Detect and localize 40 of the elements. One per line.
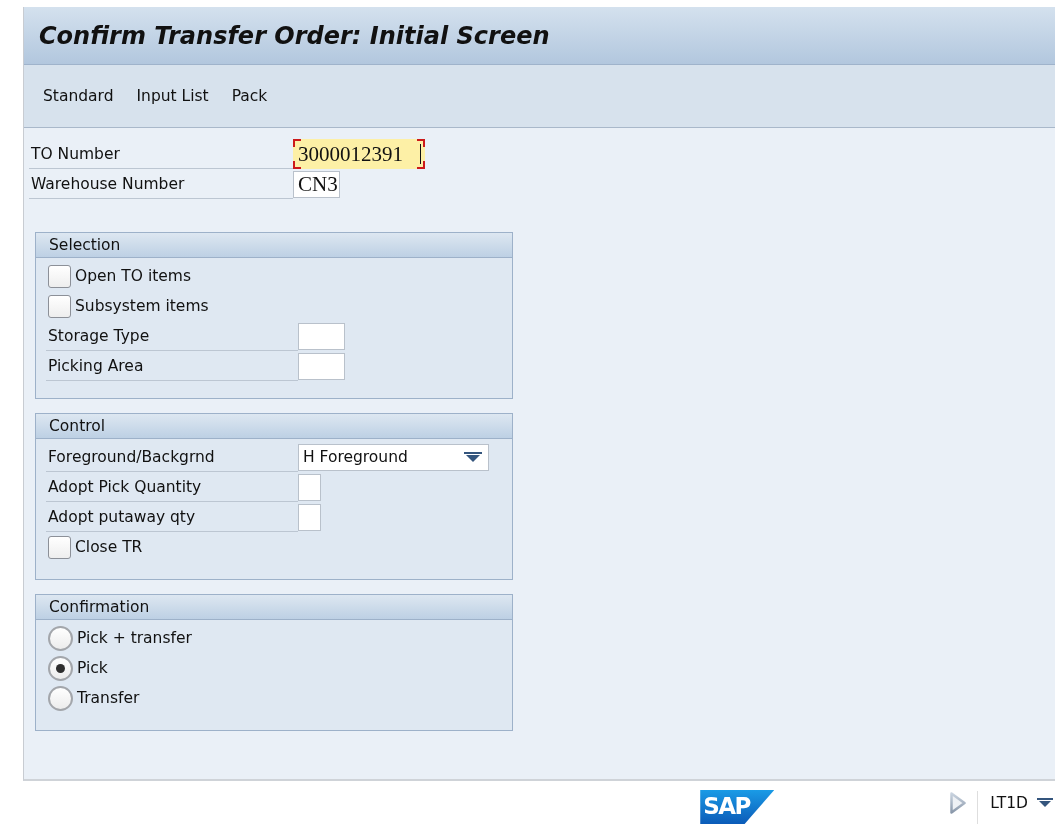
- toolbar-button[interactable]: Standard: [43, 87, 114, 105]
- checkbox-label: Open TO items: [75, 267, 191, 285]
- radio-button[interactable]: [48, 685, 73, 711]
- logo: SAP: [700, 790, 775, 824]
- checkbox-label: Subsystem items: [75, 297, 209, 315]
- radio-button[interactable]: [48, 625, 73, 651]
- field-label: Adopt putaway qty: [46, 502, 298, 532]
- radio-button[interactable]: [48, 655, 73, 681]
- play-triangle-icon[interactable]: [950, 791, 967, 814]
- system-name: LT1D: [990, 793, 1028, 812]
- input-field[interactable]: 3000012391: [293, 139, 425, 169]
- window-title: Confirm Transfer Order: Initial Screen: [39, 21, 550, 50]
- checkbox[interactable]: [48, 535, 71, 559]
- input-field[interactable]: CN3: [293, 170, 340, 198]
- input-field[interactable]: [298, 473, 321, 501]
- radio-label: Pick: [77, 659, 108, 677]
- field-label: TO Number: [29, 139, 293, 169]
- text-cursor-icon: [420, 144, 421, 164]
- radio-label: Transfer: [77, 689, 140, 707]
- dropdown-field[interactable]: H Foreground: [298, 443, 489, 471]
- group-title: Control: [36, 414, 512, 439]
- checkbox[interactable]: [48, 264, 71, 288]
- checkbox-label: Close TR: [75, 538, 143, 556]
- field-label: Storage Type: [46, 321, 298, 351]
- group-title: Confirmation: [36, 595, 512, 620]
- caret-icon[interactable]: [1037, 797, 1053, 808]
- field-label: Picking Area: [46, 351, 298, 381]
- field-label: Warehouse Number: [29, 169, 293, 199]
- field-label: Foreground/Backgrnd: [46, 442, 298, 472]
- group-title: Selection: [36, 233, 512, 258]
- radio-label: Pick + transfer: [77, 629, 192, 647]
- toolbar-button[interactable]: Input List: [136, 87, 209, 105]
- input-field[interactable]: [298, 322, 345, 350]
- dropdown-caret-icon: [464, 452, 482, 462]
- toolbar-button[interactable]: Pack: [231, 87, 268, 105]
- input-field[interactable]: [298, 352, 345, 380]
- field-label: Adopt Pick Quantity: [46, 472, 298, 502]
- radio-dot-icon: [56, 663, 65, 673]
- checkbox[interactable]: [48, 294, 71, 318]
- input-field[interactable]: [298, 503, 321, 531]
